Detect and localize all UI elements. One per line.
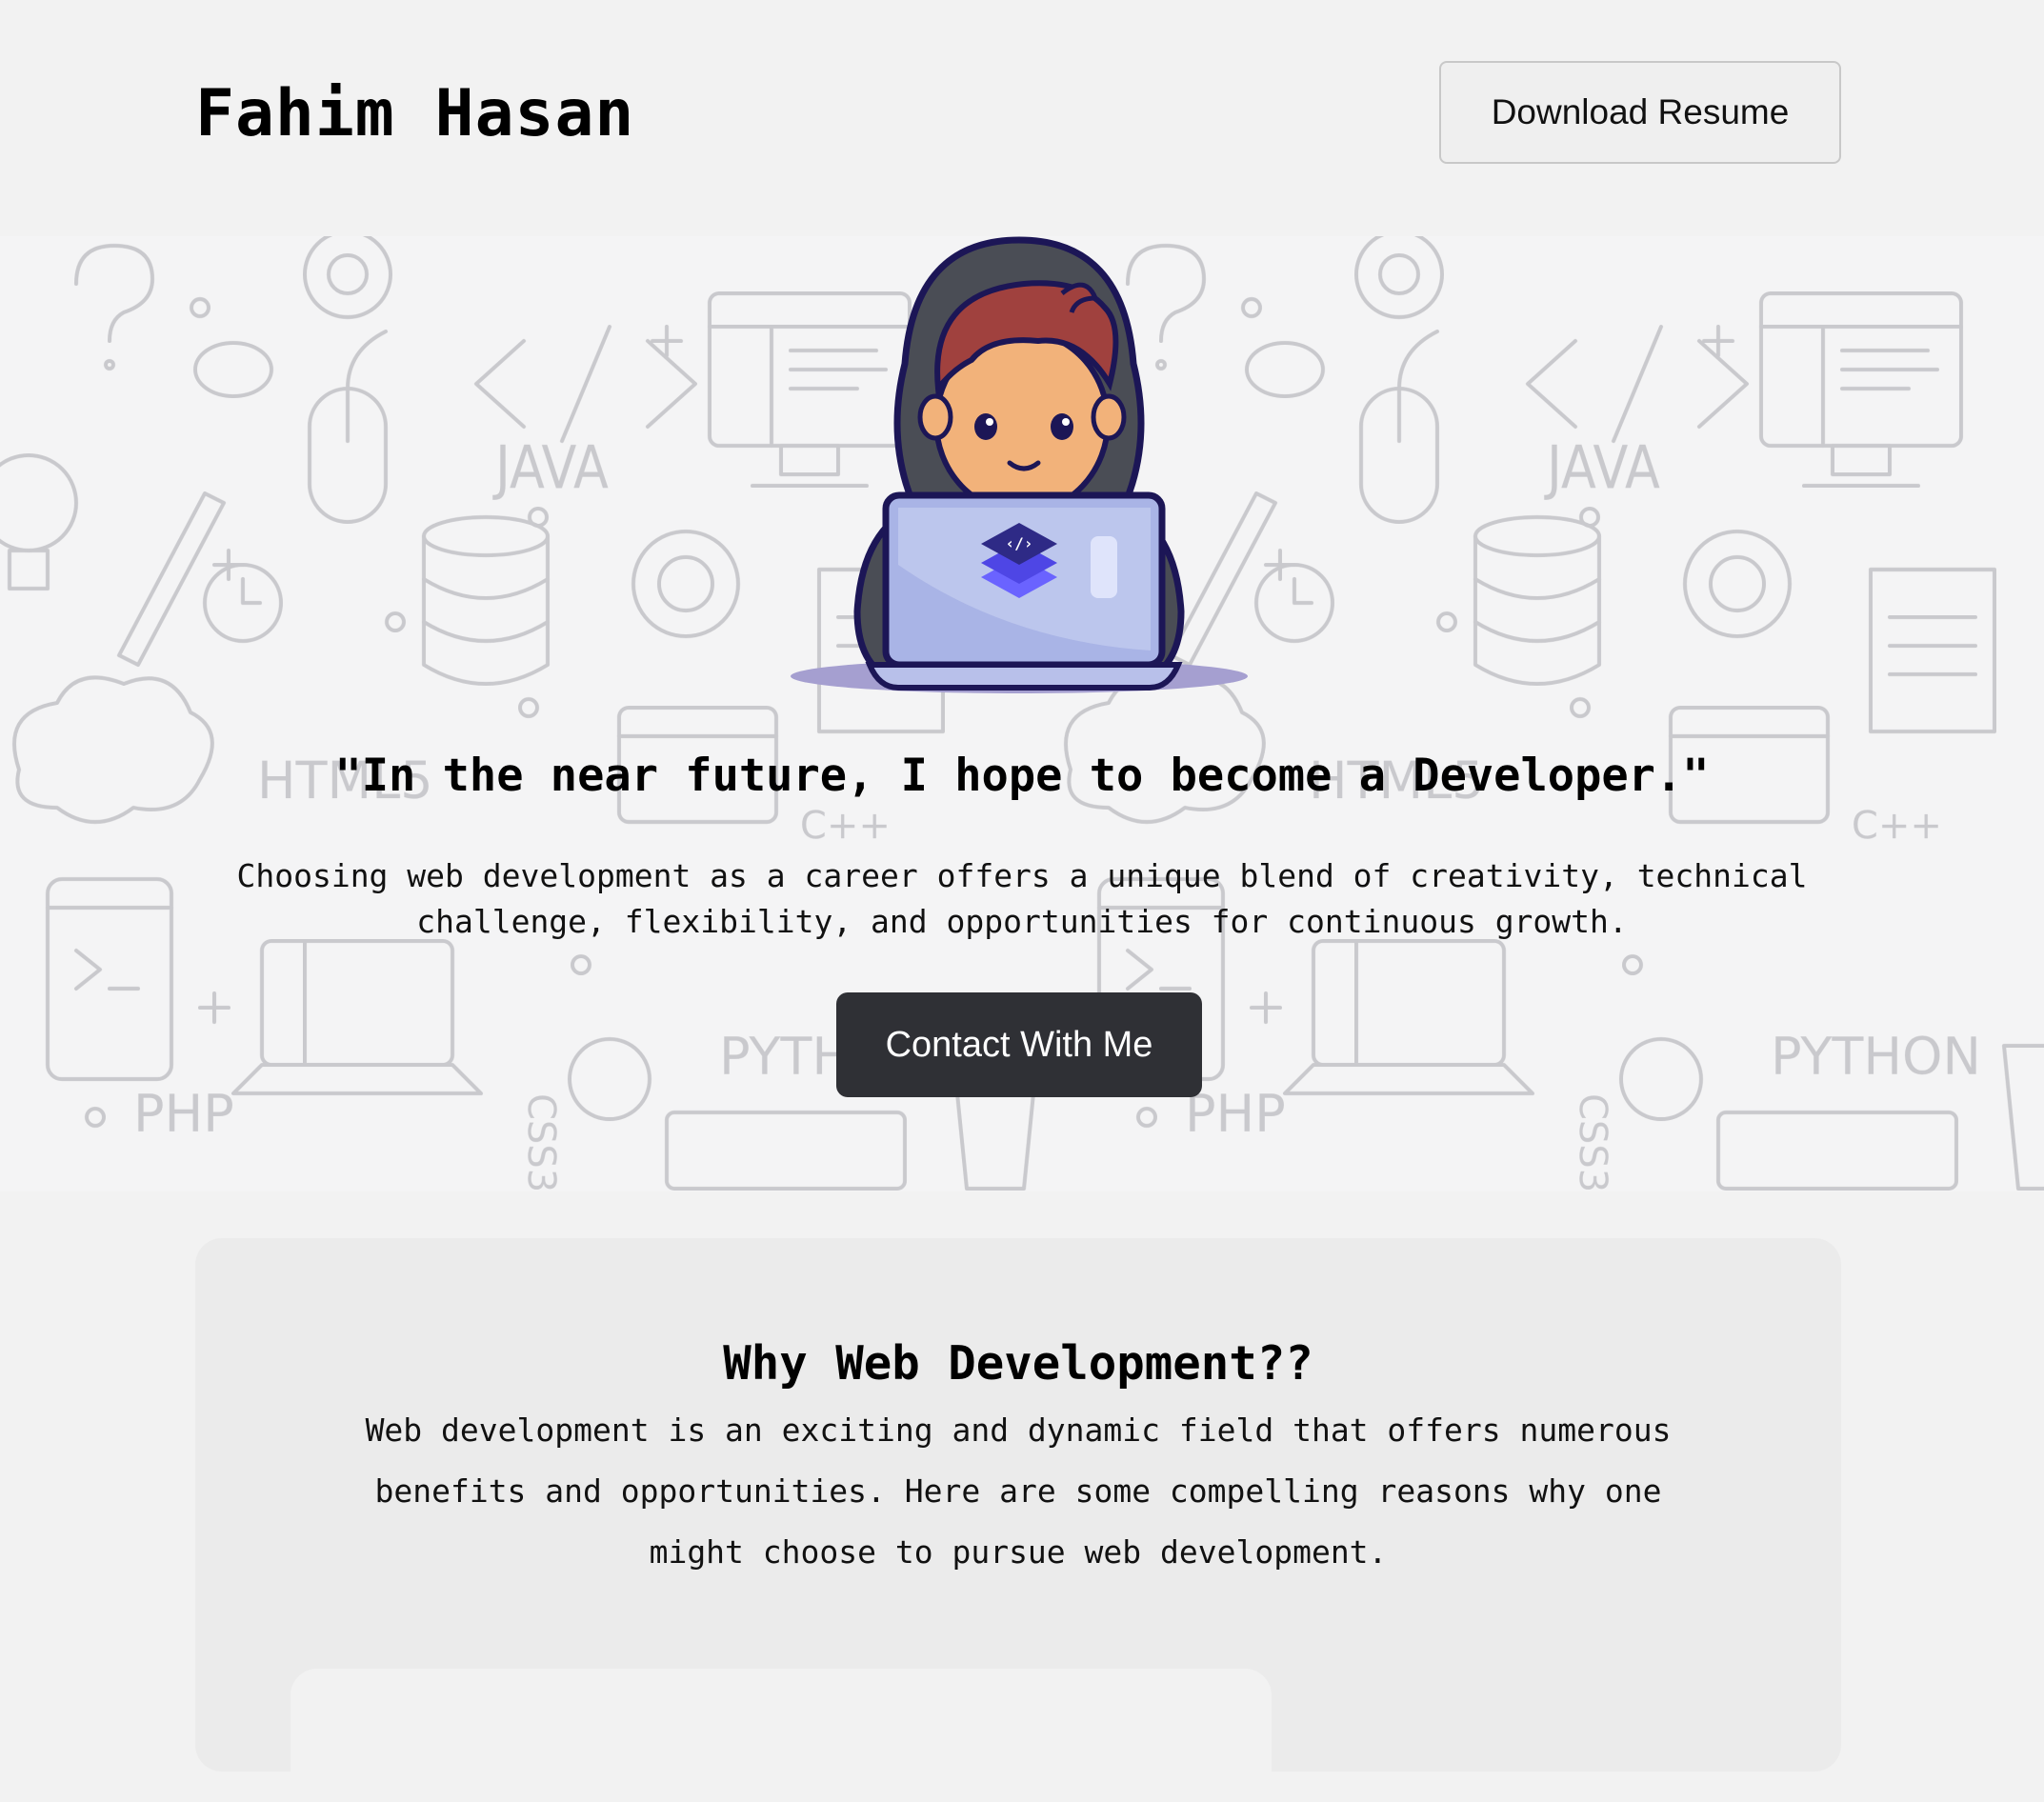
hero-description: Choosing web development as a career off… xyxy=(236,857,1808,940)
why-title: Why Web Development?? xyxy=(723,1336,1313,1391)
svg-text:‹/›: ‹/› xyxy=(1006,534,1033,552)
why-description: Web development is an exciting and dynam… xyxy=(365,1412,1672,1571)
hero-quote: "In the near future, I hope to become a … xyxy=(334,750,1710,802)
hero-section: JAVA HTML5 PHP PYTHON C++ RUBY CSS3 xyxy=(0,236,2044,1191)
site-header: Fahim Hasan Download Resume xyxy=(0,0,2044,236)
reason-card xyxy=(291,1669,1272,1802)
download-resume-button[interactable]: Download Resume xyxy=(1439,61,1841,164)
brand-name: Fahim Hasan xyxy=(195,76,635,151)
developer-with-laptop-illustration: ‹/› xyxy=(791,236,1248,693)
why-web-development-section: Why Web Development?? Web development is… xyxy=(195,1238,1841,1802)
contact-button[interactable]: Contact With Me xyxy=(836,992,1202,1097)
